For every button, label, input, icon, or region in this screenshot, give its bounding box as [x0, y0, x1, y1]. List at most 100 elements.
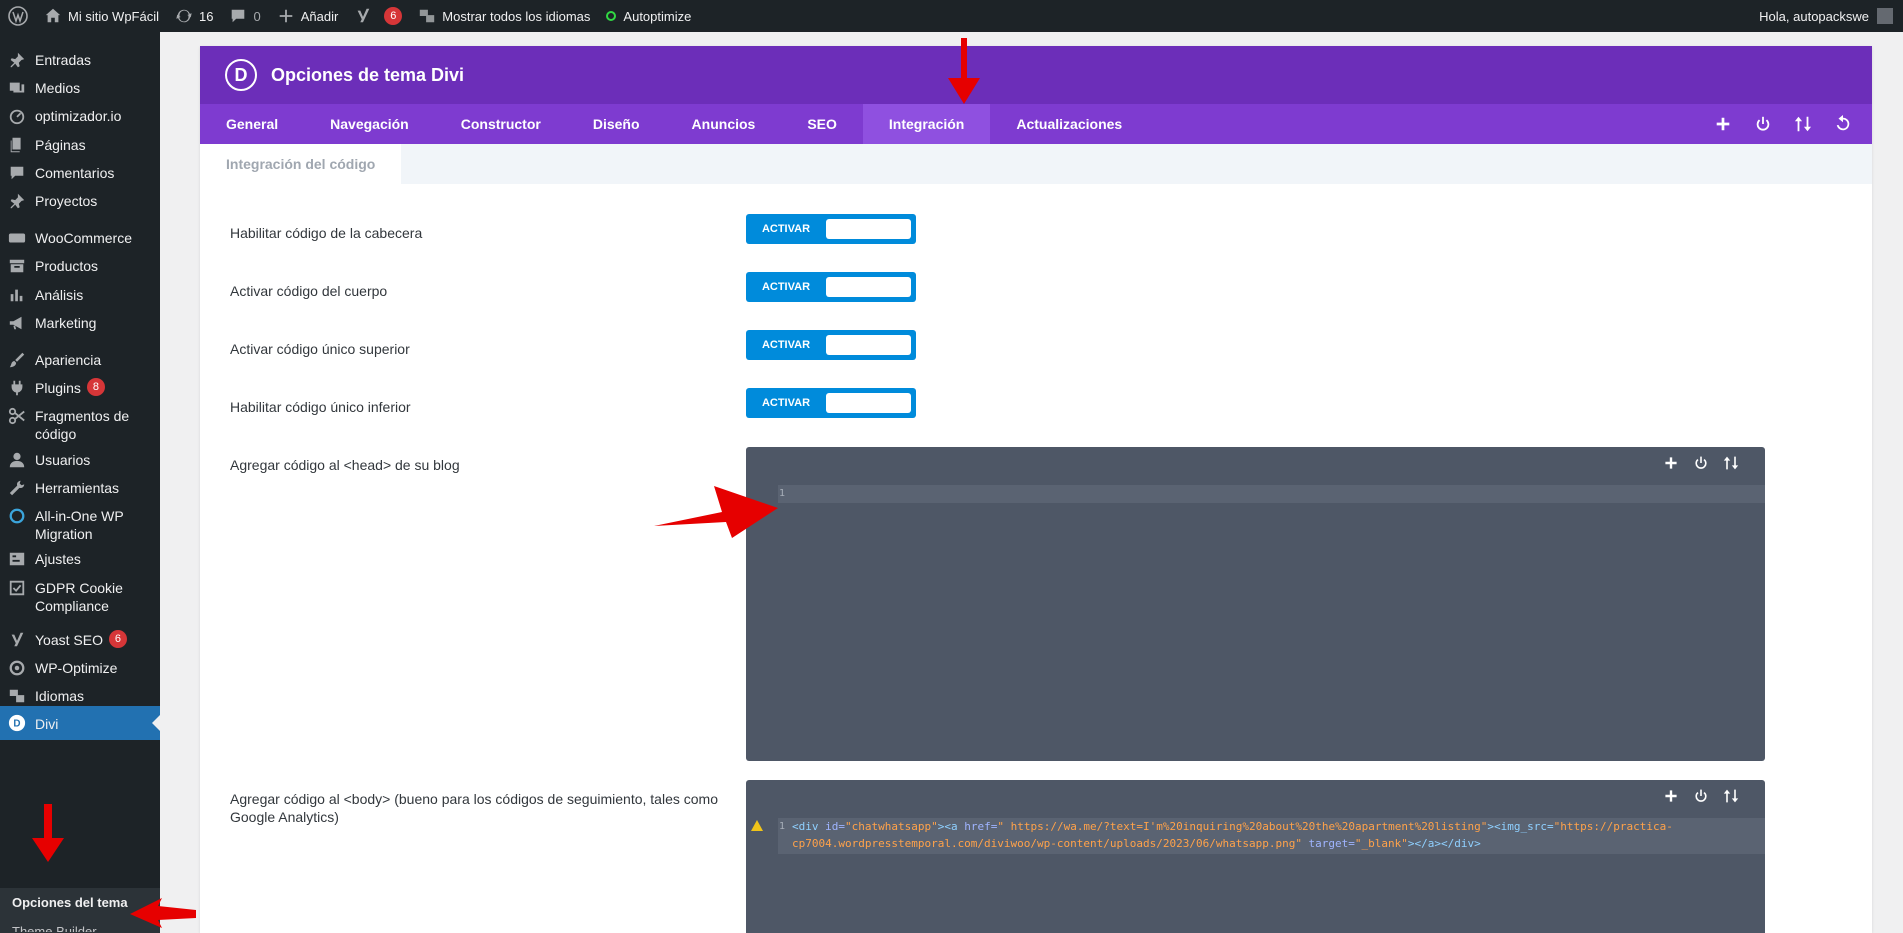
plus-icon[interactable]	[1663, 788, 1679, 804]
sidebar-item-label: WooCommerce	[35, 230, 132, 246]
svg-text:D: D	[13, 719, 20, 730]
user-account-link[interactable]: Hola, autopackswe	[1759, 8, 1903, 24]
sidebar-item-idiomas[interactable]: Idiomas	[0, 686, 160, 706]
site-name-link[interactable]: Mi sitio WpFácil	[36, 0, 167, 32]
updates-link[interactable]: 16	[167, 0, 221, 32]
sort-arrows-icon[interactable]	[1794, 115, 1812, 133]
sidebar-item-medios[interactable]: Medios	[0, 78, 160, 98]
tab-seo[interactable]: SEO	[781, 104, 863, 144]
subtab-code-integration[interactable]: Integración del código	[200, 144, 402, 184]
sidebar-item-label: optimizador.io	[35, 108, 122, 124]
settings-icon	[7, 549, 27, 569]
tab-actualizaciones[interactable]: Actualizaciones	[990, 104, 1148, 144]
tab-general[interactable]: General	[200, 104, 304, 144]
sidebar-item-herramientas[interactable]: Herramientas	[0, 478, 160, 498]
power-icon[interactable]	[1693, 788, 1709, 804]
sidebar-item-divi[interactable]: D Divi	[0, 706, 160, 740]
body-code-label: Agregar código al <body> (bueno para los…	[230, 791, 718, 825]
sort-arrows-icon[interactable]	[1723, 788, 1739, 804]
sidebar-item-comentarios[interactable]: Comentarios	[0, 163, 160, 183]
sidebar-item-all-in-one-wp-migration[interactable]: All-in-One WP Migration	[0, 506, 160, 543]
wrench-icon	[7, 478, 27, 498]
sidebar-item-optimizador-io[interactable]: optimizador.io	[0, 106, 160, 126]
wordpress-logo-icon[interactable]	[0, 0, 36, 32]
submenu-item-theme-options[interactable]: Opciones del tema	[12, 895, 128, 910]
subtabs: Integración del código	[200, 144, 1872, 184]
body-code-editor[interactable]: 1 <div id="chatwhatsapp"><a href=" https…	[746, 780, 1765, 933]
tab-navegacion[interactable]: Navegación	[304, 104, 435, 144]
avatar	[1877, 8, 1893, 24]
sidebar-item-an-lisis[interactable]: Análisis	[0, 285, 160, 305]
sidebar-item-usuarios[interactable]: Usuarios	[0, 450, 160, 470]
sidebar-item-marketing[interactable]: Marketing	[0, 313, 160, 333]
tab-integracion[interactable]: Integración	[862, 104, 991, 144]
updates-count: 16	[199, 8, 214, 24]
toggle-label: ACTIVAR	[761, 281, 811, 293]
editor-toolbar	[1663, 788, 1739, 804]
tab-constructor[interactable]: Constructor	[435, 104, 567, 144]
code-token: id=	[825, 820, 845, 833]
add-new-link[interactable]: Añadir	[269, 0, 347, 32]
megaphone-icon	[7, 313, 27, 333]
yoast-link[interactable]: 6	[346, 0, 410, 32]
sidebar-item-proyectos[interactable]: Proyectos	[0, 191, 160, 211]
toggle-top-code[interactable]: ACTIVAR	[746, 330, 916, 360]
comments-link[interactable]: 0	[221, 0, 268, 32]
sidebar-item-gdpr-cookie-compliance[interactable]: GDPR Cookie Compliance	[0, 578, 160, 615]
sidebar-item-woocommerce[interactable]: WooCommerce	[0, 228, 160, 248]
editor-toolbar	[1663, 455, 1739, 471]
power-icon[interactable]	[1754, 115, 1772, 133]
yoast-icon	[7, 630, 27, 650]
sidebar-item-apariencia[interactable]: Apariencia	[0, 350, 160, 370]
undo-icon[interactable]	[1834, 115, 1852, 133]
sidebar-item-label: Herramientas	[35, 480, 120, 496]
site-name: Mi sitio WpFácil	[68, 8, 160, 24]
sidebar-item-label: Idiomas	[35, 688, 85, 704]
chart-icon	[7, 285, 27, 305]
sidebar-item-p-ginas[interactable]: Páginas	[0, 135, 160, 155]
languages-link[interactable]: Mostrar todos los idiomas	[410, 0, 598, 32]
translate-icon	[418, 7, 436, 25]
submenu-item-theme-builder[interactable]: Theme Builder	[12, 922, 97, 932]
power-icon[interactable]	[1693, 455, 1709, 471]
head-code-label: Agregar código al <head> de su blog	[230, 457, 460, 473]
toggle-knob	[826, 277, 911, 297]
sidebar-item-label: All-in-One WP Migration	[35, 508, 124, 542]
sidebar-item-plugins[interactable]: Plugins 8	[0, 378, 160, 398]
head-code-editor[interactable]: 1	[746, 447, 1765, 761]
refresh-icon	[175, 7, 193, 25]
divi-theme-options-panel: D Opciones de tema Divi General Navegaci…	[200, 46, 1872, 933]
autoptimize-label: Autoptimize	[623, 8, 692, 24]
annotation-arrow-down-icon	[32, 804, 64, 862]
user-icon	[7, 450, 27, 470]
sidebar-item-label: Entradas	[35, 52, 92, 68]
status-dot-icon	[606, 11, 617, 21]
toggle-header-code[interactable]: ACTIVAR	[746, 214, 916, 244]
toggle-knob	[826, 335, 911, 355]
sidebar-item-yoast-seo[interactable]: Yoast SEO 6	[0, 630, 160, 650]
comment-bubble-icon	[229, 7, 247, 25]
code-token: ><img_src=	[1487, 820, 1554, 833]
sidebar-item-entradas[interactable]: Entradas	[0, 50, 160, 70]
sidebar-item-productos[interactable]: Productos	[0, 256, 160, 276]
sidebar-item-wp-optimize[interactable]: WP-Optimize	[0, 658, 160, 678]
plus-icon[interactable]	[1714, 115, 1732, 133]
admin-bar: Mi sitio WpFácil 16 0 Añadir 6 Mostrar t…	[0, 0, 1903, 32]
sort-arrows-icon[interactable]	[1723, 455, 1739, 471]
toggle-body-code[interactable]: ACTIVAR	[746, 272, 916, 302]
pages-icon	[7, 135, 27, 155]
scissors-icon	[7, 406, 27, 426]
plus-icon[interactable]	[1663, 455, 1679, 471]
pin-icon	[7, 50, 27, 70]
sidebar-item-ajustes[interactable]: Ajustes	[0, 549, 160, 569]
tab-diseno[interactable]: Diseño	[567, 104, 666, 144]
yoast-icon	[354, 7, 372, 25]
tab-anuncios[interactable]: Anuncios	[666, 104, 782, 144]
sidebar-item-label: Comentarios	[35, 165, 115, 181]
languages-label: Mostrar todos los idiomas	[442, 8, 591, 24]
plug-icon	[7, 378, 27, 398]
autoptimize-link[interactable]: Autoptimize	[598, 0, 699, 32]
sidebar-item-label: Análisis	[35, 287, 84, 303]
toggle-bottom-code[interactable]: ACTIVAR	[746, 388, 916, 418]
sidebar-item-fragmentos-de-c-digo[interactable]: Fragmentos de código	[0, 406, 160, 443]
